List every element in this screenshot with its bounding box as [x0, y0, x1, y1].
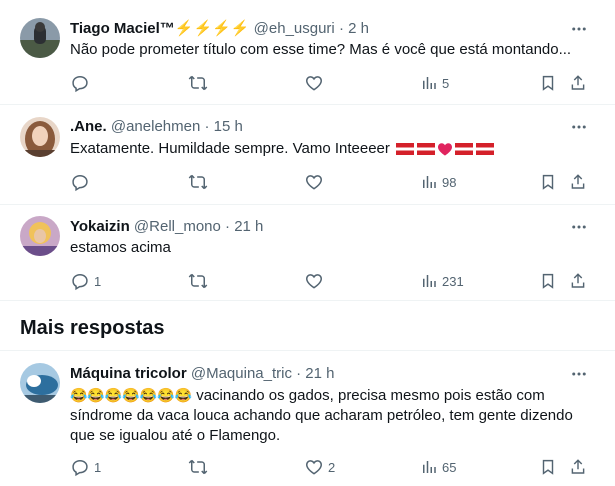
display-name[interactable]: .Ane.	[70, 118, 107, 135]
like-count: 2	[328, 459, 336, 475]
tweet-text-block: 😂😂😂😂😂😂😂 vacinando os gados, precisa mesm…	[70, 385, 590, 446]
flag-emoji	[395, 143, 494, 156]
action-bar: 98	[62, 172, 602, 192]
tweet-header: Máquina tricolor @Maquina_tric · 21 h	[70, 364, 335, 384]
laughing-emojis: 😂😂😂😂😂😂😂	[70, 387, 193, 403]
timestamp[interactable]: · 21 h	[225, 218, 263, 235]
reply-button[interactable]	[70, 172, 94, 192]
share-button[interactable]	[569, 73, 587, 93]
display-name[interactable]: Yokaizin	[70, 218, 130, 235]
more-icon[interactable]	[568, 217, 590, 237]
timestamp[interactable]: · 21 h	[296, 365, 334, 382]
views-count: 231	[442, 273, 464, 289]
share-button[interactable]	[569, 271, 587, 291]
user-handle[interactable]: @anelehmen	[111, 118, 200, 135]
views-count: 5	[442, 75, 450, 91]
tweet[interactable]: .Ane. @anelehmen · 15 h Exatamente. Humi…	[0, 105, 615, 204]
avatar[interactable]	[20, 363, 60, 403]
avatar[interactable]	[20, 216, 60, 256]
retweet-button[interactable]	[188, 271, 212, 291]
user-handle[interactable]: @Rell_mono	[134, 218, 221, 235]
more-icon[interactable]	[568, 117, 590, 137]
timestamp[interactable]: · 15 h	[204, 118, 242, 135]
bookmark-button[interactable]	[539, 73, 557, 93]
views-button[interactable]: 231	[420, 271, 464, 291]
retweet-button[interactable]	[188, 172, 212, 192]
reply-button[interactable]	[70, 73, 94, 93]
tweet[interactable]: Tiago Maciel™⚡⚡⚡⚡ @eh_usguri · 2 h Não p…	[0, 0, 615, 104]
more-icon[interactable]	[568, 19, 590, 39]
reply-count: 1	[94, 273, 102, 289]
user-handle[interactable]: @Maquina_tric	[191, 365, 292, 382]
tweet-header: .Ane. @anelehmen · 15 h	[70, 117, 243, 137]
views-count: 98	[442, 174, 457, 190]
views-button[interactable]: 5	[420, 73, 449, 93]
like-button[interactable]	[304, 73, 328, 93]
reply-button[interactable]: 1	[70, 457, 101, 477]
tweet[interactable]: Yokaizin @Rell_mono · 21 h estamos acima…	[0, 205, 615, 300]
tweet-text: Exatamente. Humildade sempre. Vamo Intee…	[70, 140, 390, 157]
tweet-text: estamos acima	[70, 239, 171, 256]
user-handle[interactable]: @eh_usguri	[254, 20, 335, 37]
reply-button[interactable]: 1	[70, 271, 101, 291]
like-button[interactable]	[304, 271, 328, 291]
tweet-header: Tiago Maciel™⚡⚡⚡⚡ @eh_usguri · 2 h	[70, 19, 369, 39]
action-bar: 5	[62, 73, 602, 93]
avatar[interactable]	[20, 117, 60, 157]
tweet[interactable]: Máquina tricolor @Maquina_tric · 21 h 😂😂…	[0, 351, 615, 486]
share-button[interactable]	[569, 172, 587, 192]
share-button[interactable]	[569, 457, 587, 477]
flag-heart-emojis	[395, 141, 494, 157]
bookmark-button[interactable]	[539, 457, 557, 477]
action-bar: 1 231	[62, 271, 602, 291]
like-button[interactable]	[304, 172, 328, 192]
tweet-text-row: Exatamente. Humildade sempre. Vamo Intee…	[70, 139, 600, 159]
bookmark-button[interactable]	[539, 172, 557, 192]
display-name[interactable]: Tiago Maciel™	[70, 20, 175, 37]
bookmark-button[interactable]	[539, 271, 557, 291]
avatar[interactable]	[20, 18, 60, 58]
retweet-button[interactable]	[188, 73, 212, 93]
views-button[interactable]: 65	[420, 457, 456, 477]
display-name[interactable]: Máquina tricolor	[70, 365, 187, 382]
views-count: 65	[442, 459, 457, 475]
section-title: Mais respostas	[20, 317, 165, 339]
name-emojis: ⚡⚡⚡⚡	[174, 20, 250, 37]
like-button[interactable]: 2	[304, 457, 335, 477]
reply-count: 1	[94, 459, 102, 475]
tweet-header: Yokaizin @Rell_mono · 21 h	[70, 217, 263, 237]
divider	[0, 300, 615, 301]
action-bar: 1 2 65	[62, 457, 602, 477]
more-icon[interactable]	[568, 364, 590, 384]
retweet-button[interactable]	[188, 457, 212, 477]
views-button[interactable]: 98	[420, 172, 456, 192]
timestamp[interactable]: · 2 h	[339, 20, 369, 37]
tweet-text: Não pode prometer título com esse time? …	[70, 41, 572, 58]
